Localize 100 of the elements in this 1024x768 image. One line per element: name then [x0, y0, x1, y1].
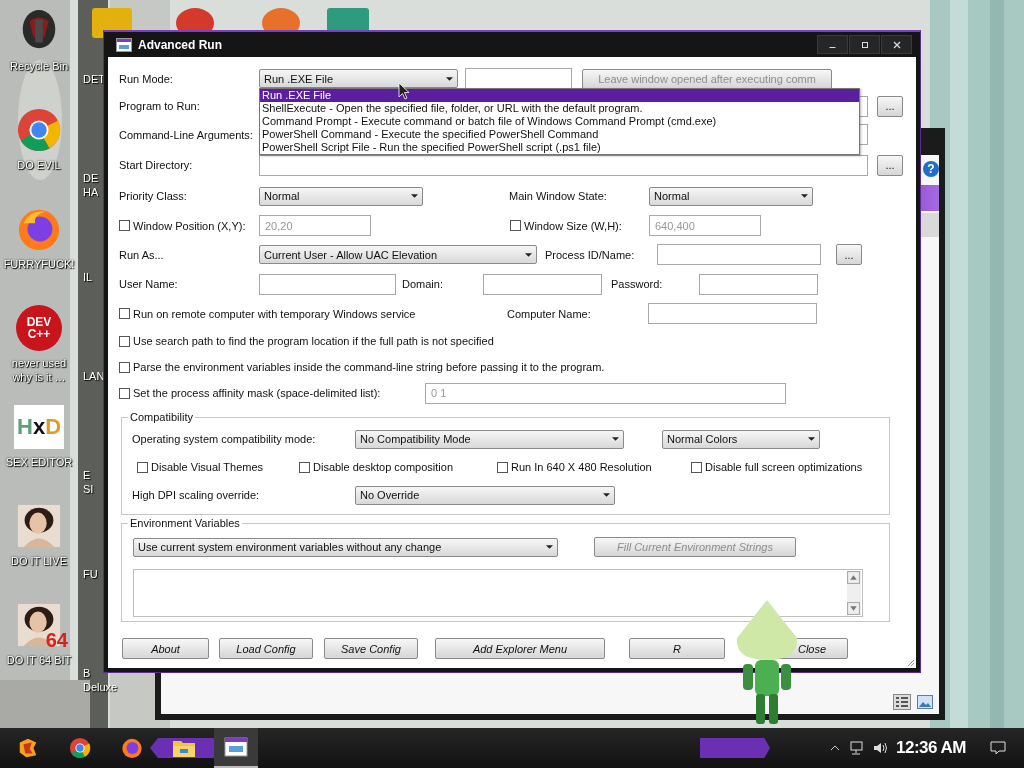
checkbox-label: Disable full screen optimizations	[705, 461, 863, 473]
checkbox-label: Window Position (X,Y):	[133, 219, 246, 232]
network-icon[interactable]	[848, 741, 864, 755]
field-label: Start Directory:	[119, 159, 194, 171]
checkbox-label: Window Size (W,H):	[524, 219, 622, 232]
browse-button[interactable]: ...	[877, 95, 903, 117]
caret-icon	[411, 194, 418, 198]
caret-icon	[546, 545, 553, 549]
run-as-dropdown[interactable]: Current User - Allow UAC Elevation	[259, 245, 537, 264]
input-field[interactable]	[259, 273, 396, 295]
icon-label[interactable]: IL	[83, 270, 93, 284]
caret-icon	[525, 252, 532, 257]
field-label: Operating system compatibility mode:	[132, 433, 317, 445]
icon-label[interactable]: DET	[83, 72, 105, 86]
maximize-button[interactable]	[849, 35, 880, 54]
app-window-icon	[116, 37, 132, 52]
colors-dropdown[interactable]: Normal Colors	[662, 429, 820, 449]
dropdown-option[interactable]: PowerShell Command - Execute the specified PowerShell Command	[260, 128, 859, 141]
field-label: Command-Line Arguments:	[119, 128, 254, 141]
taskbar-accent	[700, 738, 770, 758]
field-label: Main Window State:	[509, 190, 608, 202]
app-window-icon	[224, 736, 248, 758]
help-button[interactable]: ?	[923, 161, 939, 177]
details-view-icon[interactable]	[893, 694, 911, 710]
dialog-button[interactable]: R	[629, 638, 725, 659]
priority-dropdown[interactable]: Normal	[259, 186, 423, 206]
group-title: Compatibility	[128, 411, 195, 424]
notification-icon[interactable]	[990, 741, 1006, 755]
run-mode-dropdown[interactable]: Run .EXE File	[259, 69, 458, 88]
dialog-button[interactable]: Load Config	[219, 638, 313, 659]
compatibility-dropdown[interactable]: No Compatibility Mode	[355, 429, 624, 449]
caret-icon	[603, 493, 610, 497]
badge-label: 64	[45, 629, 68, 652]
field-label: Password:	[611, 278, 664, 290]
close-button[interactable]	[881, 35, 912, 54]
field-label: User Name:	[119, 278, 179, 290]
image-view-icon[interactable]	[917, 695, 933, 709]
checkbox-label: Disable desktop composition	[313, 461, 454, 473]
icon-label[interactable]: DE	[83, 171, 99, 185]
checkbox-label: Parse the environment variables inside the command-line string before passing it to the program.	[133, 361, 605, 373]
dpi-dropdown[interactable]: No Override	[355, 485, 615, 505]
input-field[interactable]	[699, 273, 818, 295]
scroll-down-icon[interactable]	[847, 602, 860, 615]
minimize-icon	[829, 47, 836, 48]
caret-icon	[801, 194, 808, 198]
icon-label[interactable]: HA	[83, 185, 99, 199]
input-field[interactable]	[648, 303, 817, 324]
portrait-icon[interactable]	[16, 503, 62, 549]
browse-button[interactable]: ...	[836, 244, 862, 265]
window-title: Advanced Run	[138, 37, 222, 52]
field-label: Computer Name:	[507, 307, 592, 320]
caret-icon	[612, 437, 619, 441]
checkbox[interactable]	[299, 461, 310, 473]
input-field[interactable]	[259, 154, 868, 176]
clock[interactable]: 12:36 AM	[896, 738, 966, 758]
field-label: Program to Run:	[119, 100, 201, 112]
checkbox-label: Use search path to find the program location if the full path is not specified	[133, 335, 494, 347]
dropdown-option[interactable]: PowerShell Script File - Run the specified PowerShell script (.ps1 file)	[260, 141, 859, 154]
checkbox-label: Set the process affinity mask (space-delimited list):	[133, 387, 381, 399]
show-hidden-icon[interactable]	[830, 745, 840, 751]
checkbox[interactable]	[497, 461, 508, 473]
checkbox[interactable]	[691, 461, 702, 473]
icon-label[interactable]: B	[83, 666, 91, 680]
browse-button[interactable]: ...	[877, 154, 903, 176]
scrollbar[interactable]	[847, 571, 861, 615]
checkbox[interactable]	[119, 361, 130, 373]
app-logo[interactable]: HxD	[14, 405, 64, 449]
browser-icon	[68, 737, 92, 759]
input-field[interactable]	[483, 273, 602, 295]
checkbox[interactable]	[137, 461, 148, 473]
dropdown-option[interactable]: Command Prompt - Execute command or batch file of Windows Command Prompt (cmd.exe)	[260, 115, 859, 128]
caret-icon	[446, 76, 453, 81]
checkbox[interactable]	[119, 335, 130, 347]
checkbox-label: Run on remote computer with temporary Windows service	[133, 307, 416, 320]
icon-label[interactable]: E	[83, 468, 91, 482]
icon-label[interactable]: SI	[83, 482, 94, 496]
icon-label[interactable]: FU	[83, 567, 98, 581]
taskbar-button[interactable]	[214, 728, 258, 768]
field-label: Domain:	[402, 278, 444, 290]
scroll-up-icon[interactable]	[847, 571, 860, 584]
resize-grip-icon[interactable]	[905, 657, 915, 667]
caret-icon	[808, 437, 815, 441]
field-label: Run Mode:	[119, 72, 174, 85]
window-state-dropdown[interactable]: Normal	[649, 186, 813, 206]
field-label: Process ID/Name:	[545, 248, 636, 261]
dialog-button[interactable]: About	[122, 638, 209, 659]
dropdown-option[interactable]: ShellExecute - Open the specified file, folder, or URL with the default program.	[260, 102, 859, 115]
dialog-button[interactable]: Save Config	[324, 638, 418, 659]
input-field[interactable]	[657, 244, 821, 265]
browser-icon[interactable]	[16, 107, 62, 153]
maximize-icon	[859, 39, 870, 50]
checkbox[interactable]	[119, 308, 130, 319]
dialog-button[interactable]: Add Explorer Menu	[435, 638, 605, 659]
input-field[interactable]	[465, 68, 572, 89]
checkbox-label: Run In 640 X 480 Resolution	[511, 461, 652, 473]
environment-dropdown[interactable]: Use current system environment variables without any change	[133, 537, 558, 557]
checkbox-label: Disable Visual Themes	[151, 461, 264, 473]
volume-icon[interactable]	[872, 741, 888, 755]
field-label: Priority Class:	[119, 190, 188, 202]
dropdown-option[interactable]: Run .EXE File	[260, 89, 859, 102]
